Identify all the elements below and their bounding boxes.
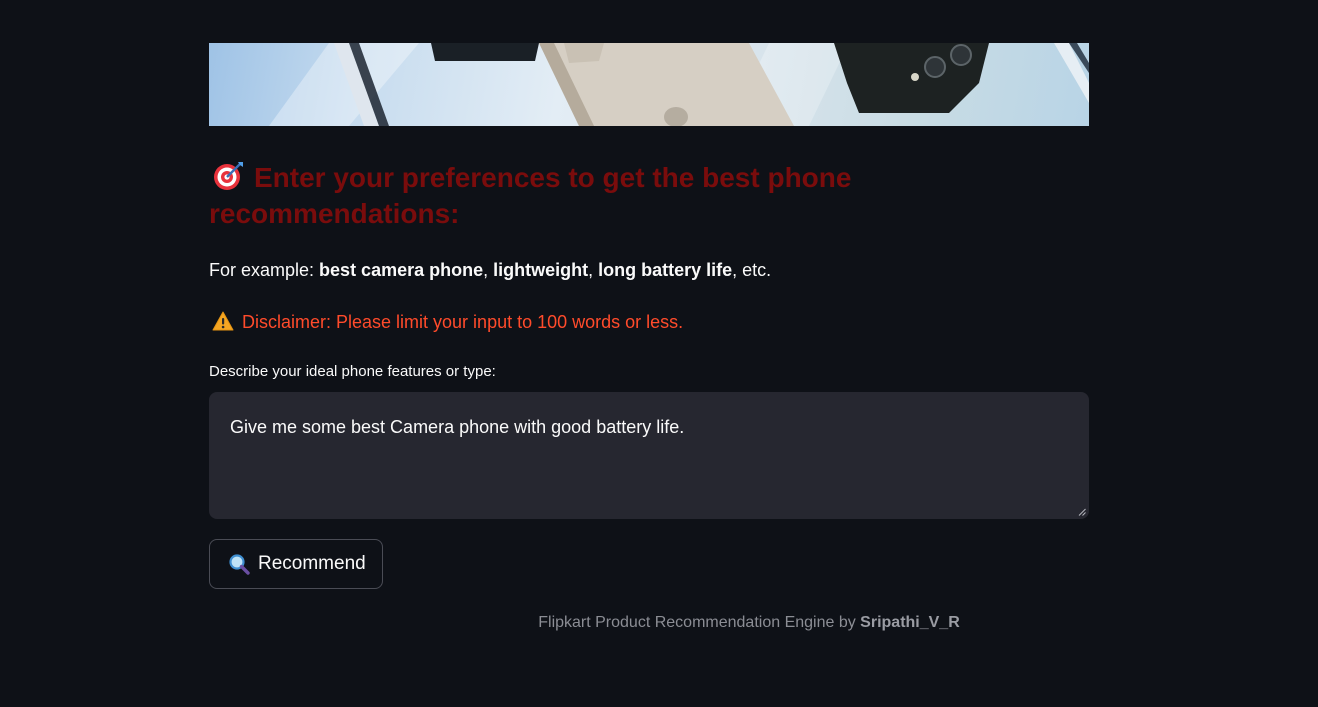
page-title: Enter your preferences to get the best p…: [209, 160, 869, 232]
example-text: For example: best camera phone, lightwei…: [209, 257, 771, 283]
example-separator: ,: [483, 260, 494, 280]
phone-features-textarea[interactable]: Give me some best Camera phone with good…: [209, 392, 1089, 519]
phone-banner-image: [209, 43, 1089, 126]
example-item: long battery life: [598, 260, 733, 280]
direct-hit-emoji-icon: [212, 160, 244, 192]
page-title-text: Enter your preferences to get the best p…: [209, 162, 852, 229]
example-item: best camera phone: [319, 260, 484, 280]
resize-handle-icon[interactable]: [1078, 508, 1086, 516]
example-suffix: , etc.: [732, 260, 772, 280]
magnifier-icon: [228, 553, 250, 575]
footer: Flipkart Product Recommendation Engine b…: [209, 612, 1289, 634]
footer-author: Sripathi_V_R: [860, 614, 960, 631]
disclaimer: Disclaimer: Please limit your input to 1…: [209, 309, 683, 335]
example-separator: ,: [588, 260, 599, 280]
phone-features-label: Describe your ideal phone features or ty…: [209, 363, 496, 380]
footer-text: Flipkart Product Recommendation Engine b…: [538, 614, 861, 631]
warning-icon: [212, 311, 234, 331]
phone-features-field: Give me some best Camera phone with good…: [209, 392, 1089, 519]
example-item: lightweight: [493, 260, 589, 280]
recommend-button[interactable]: Recommend: [209, 539, 383, 589]
disclaimer-text: Disclaimer: Please limit your input to 1…: [242, 312, 684, 332]
recommend-button-label: Recommend: [258, 553, 366, 574]
example-prefix: For example:: [209, 260, 320, 280]
